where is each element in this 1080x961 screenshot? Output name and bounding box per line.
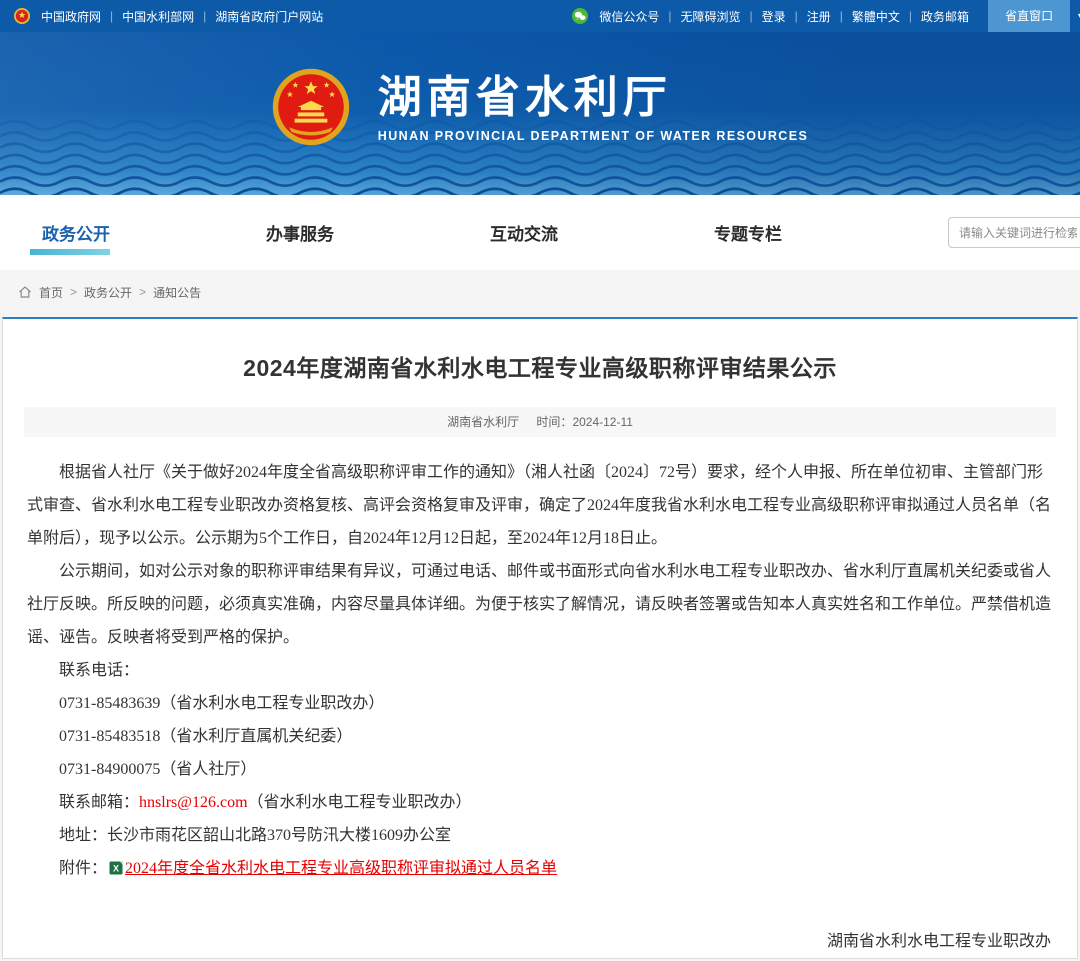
article-body: 根据省人社厅《关于做好2024年度全省高级职称评审工作的通知》（湘人社函〔202… bbox=[27, 456, 1053, 959]
excel-file-icon: X bbox=[109, 861, 123, 875]
topbar-link-traditional[interactable]: 繁體中文 bbox=[852, 8, 900, 25]
separator: | bbox=[203, 9, 206, 23]
breadcrumb-tongzhigonggao[interactable]: 通知公告 bbox=[153, 284, 201, 301]
separator: | bbox=[795, 9, 798, 23]
separator: | bbox=[840, 9, 843, 23]
article-panel: 2024年度湖南省水利水电工程专业高级职称评审结果公示 湖南省水利厅 时间：20… bbox=[2, 317, 1078, 959]
site-title-group: 湖南省水利厅 HUNAN PROVINCIAL DEPARTMENT OF WA… bbox=[378, 76, 808, 143]
breadcrumb-home[interactable]: 首页 bbox=[39, 284, 63, 301]
email-link[interactable]: hnslrs@126.com bbox=[139, 794, 248, 811]
topbar-link-mwr[interactable]: 中国水利部网 bbox=[122, 8, 194, 25]
province-window-dropdown[interactable]: 省直窗口 bbox=[988, 0, 1070, 32]
separator: | bbox=[909, 9, 912, 23]
article-time-label: 时间： bbox=[536, 415, 572, 429]
site-subtitle: HUNAN PROVINCIAL DEPARTMENT OF WATER RES… bbox=[378, 129, 808, 143]
active-tab-underline bbox=[30, 249, 110, 255]
topbar-left: 中国政府网 | 中国水利部网 | 湖南省政府门户网站 bbox=[14, 0, 330, 32]
breadcrumb: 首页 > 政务公开 > 通知公告 bbox=[0, 270, 1080, 314]
contact-heading: 联系电话： bbox=[27, 654, 1053, 687]
nav-item-label: 政务公开 bbox=[42, 225, 110, 244]
topbar-link-gov-mail[interactable]: 政务邮箱 bbox=[921, 8, 969, 25]
site-header: 湖南省水利厅 HUNAN PROVINCIAL DEPARTMENT OF WA… bbox=[0, 32, 1080, 195]
contact-email-line: 联系邮箱：hnslrs@126.com（省水利水电工程专业职改办） bbox=[27, 786, 1053, 819]
breadcrumb-separator: > bbox=[70, 285, 77, 299]
topbar-link-wechat[interactable]: 微信公众号 bbox=[599, 8, 659, 25]
national-emblem-logo bbox=[272, 68, 350, 151]
separator: | bbox=[110, 9, 113, 23]
article-meta-bar: 湖南省水利厅 时间：2024-12-11 bbox=[24, 407, 1056, 437]
contact-phone: 0731-85483518（省水利厅直属机关纪委） bbox=[27, 720, 1053, 753]
home-icon bbox=[18, 285, 32, 299]
nav-item-label: 专题专栏 bbox=[714, 225, 782, 244]
national-emblem-icon bbox=[14, 8, 30, 24]
article-time: 2024-12-11 bbox=[572, 415, 633, 429]
site-brand: 湖南省水利厅 HUNAN PROVINCIAL DEPARTMENT OF WA… bbox=[0, 32, 1080, 195]
nav-item-banshifuwu[interactable]: 办事服务 bbox=[266, 220, 490, 245]
topbar: 中国政府网 | 中国水利部网 | 湖南省政府门户网站 微信公众号 | 无障碍浏览… bbox=[0, 0, 1080, 32]
article-signature: 湖南省水利水电工程专业职改办 2024年12月11日 bbox=[27, 925, 1053, 959]
attachment-link[interactable]: 2024年度全省水利水电工程专业高级职称评审拟通过人员名单 bbox=[125, 860, 557, 877]
nav-item-zhuantizhuanlan[interactable]: 专题专栏 bbox=[714, 220, 938, 245]
nav-item-hudongjiaoliu[interactable]: 互动交流 bbox=[490, 220, 714, 245]
nav-item-label: 互动交流 bbox=[490, 225, 558, 244]
contact-phone: 0731-85483639（省水利水电工程专业职改办） bbox=[27, 687, 1053, 720]
attachment-line: 附件： X 2024年度全省水利水电工程专业高级职称评审拟通过人员名单 bbox=[27, 852, 1053, 885]
signature-org: 湖南省水利水电工程专业职改办 bbox=[27, 925, 1051, 959]
article-title: 2024年度湖南省水利水电工程专业高级职称评审结果公示 bbox=[33, 349, 1047, 383]
breadcrumb-zhengwugongkai[interactable]: 政务公开 bbox=[84, 284, 132, 301]
chevron-down-icon[interactable]: ▼ bbox=[1076, 11, 1080, 21]
search-input[interactable] bbox=[948, 217, 1080, 248]
email-suffix: （省水利水电工程专业职改办） bbox=[248, 794, 472, 811]
separator: | bbox=[750, 9, 753, 23]
nav-item-zhengwugongkai[interactable]: 政务公开 bbox=[42, 220, 266, 245]
site-title: 湖南省水利厅 bbox=[378, 76, 808, 120]
attachment-label: 附件： bbox=[59, 860, 107, 877]
separator: | bbox=[668, 9, 671, 23]
topbar-link-register[interactable]: 注册 bbox=[807, 8, 831, 25]
contact-address: 地址：长沙市雨花区韶山北路370号防汛大楼1609办公室 bbox=[27, 819, 1053, 852]
contact-phone: 0731-84900075（省人社厅） bbox=[27, 753, 1053, 786]
main-nav: 政务公开 办事服务 互动交流 专题专栏 bbox=[0, 195, 1080, 270]
breadcrumb-separator: > bbox=[139, 285, 146, 299]
topbar-link-china-gov[interactable]: 中国政府网 bbox=[41, 8, 101, 25]
svg-text:X: X bbox=[113, 864, 119, 874]
topbar-link-login[interactable]: 登录 bbox=[762, 8, 786, 25]
article-source: 湖南省水利厅 bbox=[447, 415, 519, 429]
article-paragraph: 公示期间，如对公示对象的职称评审结果有异议，可通过电话、邮件或书面形式向省水利水… bbox=[27, 555, 1053, 654]
wechat-icon bbox=[572, 8, 588, 24]
topbar-link-hunan-gov[interactable]: 湖南省政府门户网站 bbox=[215, 8, 323, 25]
topbar-link-accessibility[interactable]: 无障碍浏览 bbox=[680, 8, 740, 25]
email-label: 联系邮箱： bbox=[59, 794, 139, 811]
nav-item-label: 办事服务 bbox=[266, 225, 334, 244]
article-paragraph: 根据省人社厅《关于做好2024年度全省高级职称评审工作的通知》（湘人社函〔202… bbox=[27, 456, 1053, 555]
topbar-right: 微信公众号 | 无障碍浏览 | 登录 | 注册 | 繁體中文 | 政务邮箱 省直… bbox=[572, 0, 1080, 32]
